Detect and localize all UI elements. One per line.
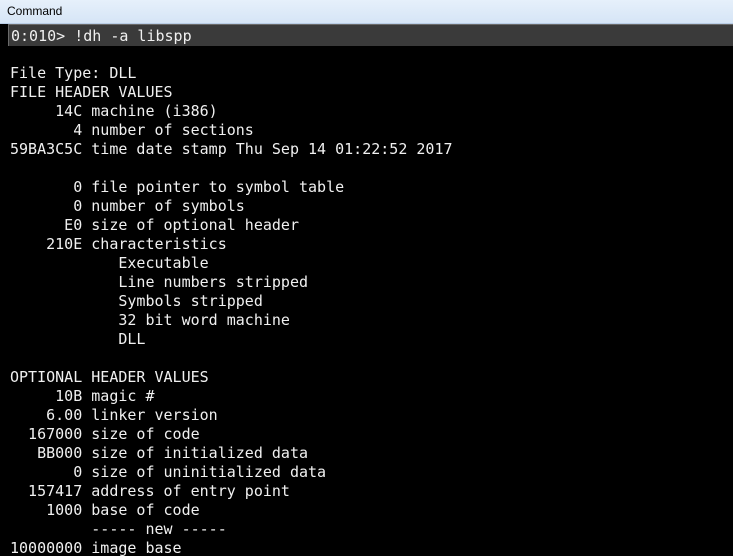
command-text: 0:010> !dh -a libspp <box>11 27 192 45</box>
output-line: 59BA3C5C time date stamp Thu Sep 14 01:2… <box>10 140 453 158</box>
output-line: 10B magic # <box>10 387 155 405</box>
output-line: 1000 base of code <box>10 501 200 519</box>
output-line: OPTIONAL HEADER VALUES <box>10 368 209 386</box>
command-window: Command 0:010> !dh -a libspp File Type: … <box>0 0 733 556</box>
output-line: 157417 address of entry point <box>10 482 290 500</box>
output-line: ----- new ----- <box>10 520 227 538</box>
output-line: 167000 size of code <box>10 425 200 443</box>
output-line: 32 bit word machine <box>10 311 290 329</box>
output-line: E0 size of optional header <box>10 216 299 234</box>
output-line: Symbols stripped <box>10 292 263 310</box>
output-line: 4 number of sections <box>10 121 254 139</box>
output-line: FILE HEADER VALUES <box>10 83 173 101</box>
command-line[interactable]: 0:010> !dh -a libspp <box>8 24 733 46</box>
output-line: 10000000 image base <box>10 539 182 556</box>
output-line: Executable <box>10 254 209 272</box>
output-line: File Type: DLL <box>10 64 137 82</box>
output-line: 0 file pointer to symbol table <box>10 178 345 196</box>
output-line: 0 size of uninitialized data <box>10 463 327 481</box>
command-output: File Type: DLL FILE HEADER VALUES 14C ma… <box>10 64 733 556</box>
output-line: 210E characteristics <box>10 235 227 253</box>
output-line: BB000 size of initialized data <box>10 444 309 462</box>
output-line: Line numbers stripped <box>10 273 309 291</box>
output-line: DLL <box>10 330 146 348</box>
output-line: 14C machine (i386) <box>10 102 218 120</box>
output-line: 6.00 linker version <box>10 406 218 424</box>
output-line: 0 number of symbols <box>10 197 245 215</box>
title-bar: Command <box>0 0 733 24</box>
window-title: Command <box>7 4 63 18</box>
